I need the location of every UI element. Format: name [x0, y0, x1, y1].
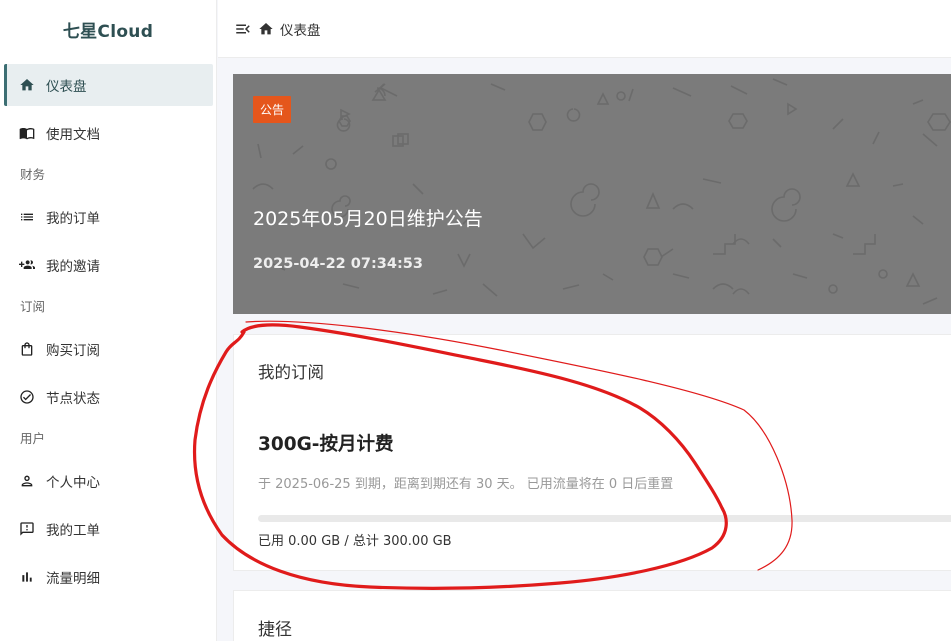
shortcuts-card: 捷径 — [233, 590, 951, 641]
section-label-subscription: 订阅 — [20, 299, 46, 314]
traffic-usage-text: 已用 0.00 GB / 总计 300.00 GB — [258, 534, 452, 549]
card-title: 捷径 — [258, 620, 292, 640]
card-title: 我的订阅 — [258, 363, 324, 382]
bar-chart-icon — [18, 568, 36, 586]
announcement-badge: 公告 — [253, 96, 292, 123]
banner-pattern — [252, 78, 951, 305]
sidebar-item-dashboard[interactable]: 仪表盘 — [4, 64, 213, 106]
sidebar-item-label: 购买订阅 — [46, 343, 100, 359]
sidebar-item-orders[interactable]: 我的订单 — [4, 196, 212, 238]
home-icon — [258, 21, 274, 37]
announcement-title: 2025年05月20日维护公告 — [253, 208, 483, 230]
sidebar-item-buy-subscription[interactable]: 购买订阅 — [4, 328, 212, 370]
traffic-progress-bar — [258, 515, 951, 522]
sidebar-item-label: 节点状态 — [46, 391, 100, 407]
sidebar-item-label: 使用文档 — [46, 127, 100, 143]
sidebar-item-docs[interactable]: 使用文档 — [4, 112, 212, 154]
sidebar-item-traffic[interactable]: 流量明细 — [4, 556, 212, 598]
sidebar-item-label: 我的订单 — [46, 211, 100, 227]
brand-logo[interactable]: 七星Cloud — [0, 0, 216, 58]
home-icon — [18, 76, 36, 94]
sidebar-item-label: 个人中心 — [46, 475, 100, 491]
sidebar-item-label: 我的邀请 — [46, 259, 100, 275]
feedback-icon — [18, 520, 36, 538]
check-circle-icon — [18, 388, 36, 406]
sidebar-item-invites[interactable]: 我的邀请 — [4, 244, 212, 286]
sidebar-item-node-status[interactable]: 节点状态 — [4, 376, 212, 418]
sidebar-item-label: 仪表盘 — [46, 79, 87, 95]
sidebar: 七星Cloud 仪表盘 使用文档 财务 我的订单 我的邀请 订阅 购买订阅 节点… — [0, 0, 217, 641]
section-label-user: 用户 — [20, 431, 46, 446]
announcement-date: 2025-04-22 07:34:53 — [253, 256, 423, 272]
top-header: 仪表盘 — [218, 0, 951, 58]
section-label-finance: 财务 — [20, 167, 46, 182]
group-add-icon — [18, 256, 36, 274]
menu-collapse-icon[interactable] — [234, 20, 252, 38]
subscription-card: 我的订阅 300G-按月计费 于 2025-06-25 到期，距离到期还有 30… — [233, 334, 951, 571]
breadcrumb: 仪表盘 — [280, 22, 321, 39]
shopping-bag-icon — [18, 340, 36, 358]
sidebar-nav: 仪表盘 使用文档 财务 我的订单 我的邀请 订阅 购买订阅 节点状态 用户 个人… — [0, 64, 216, 598]
book-icon — [18, 124, 36, 142]
announcement-banner[interactable]: 公告 2025年05月20日维护公告 2025-04-22 07:34:53 — [233, 74, 951, 314]
plan-name: 300G-按月计费 — [258, 434, 394, 455]
sidebar-item-label: 我的工单 — [46, 523, 100, 539]
sidebar-item-label: 流量明细 — [46, 571, 100, 587]
list-icon — [18, 208, 36, 226]
person-icon — [18, 472, 36, 490]
plan-expiry-description: 于 2025-06-25 到期，距离到期还有 30 天。 已用流量将在 0 日后… — [258, 477, 674, 492]
sidebar-item-tickets[interactable]: 我的工单 — [4, 508, 212, 550]
sidebar-item-profile[interactable]: 个人中心 — [4, 460, 212, 502]
